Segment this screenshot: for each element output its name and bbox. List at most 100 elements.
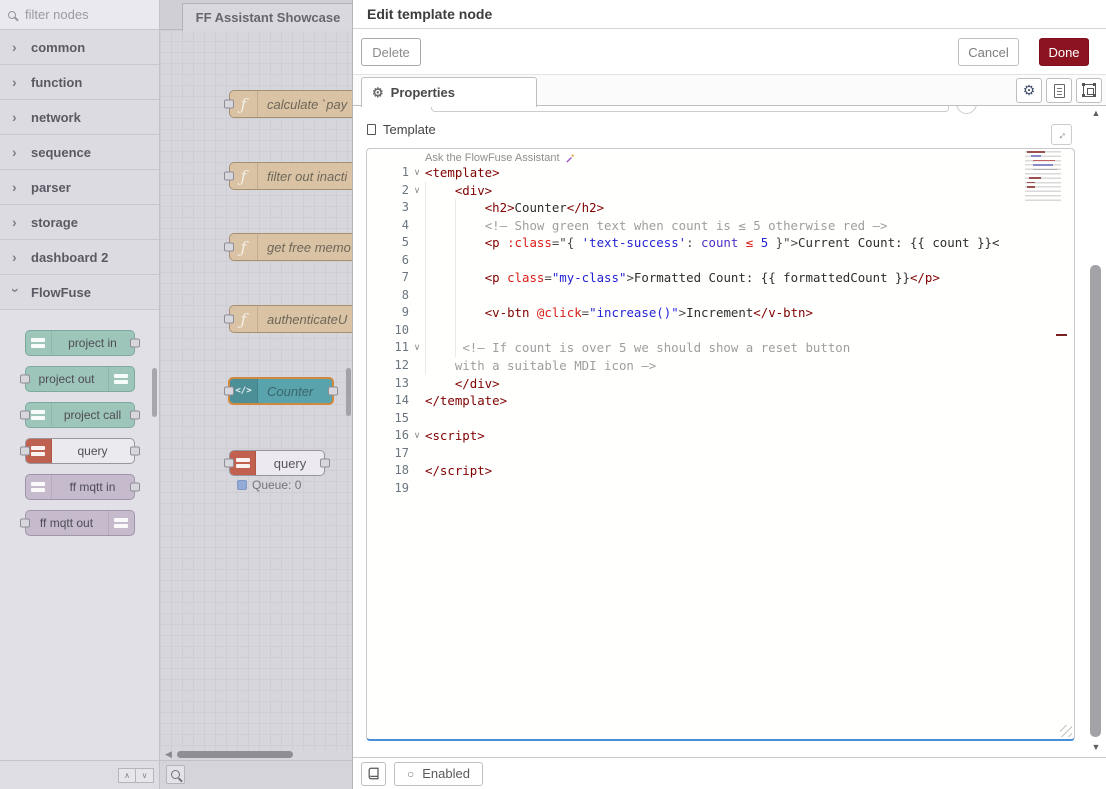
flow-node-calculate-pay[interactable]: ƒcalculate `pay — [229, 90, 352, 118]
palette-node-ff-mqtt-out[interactable]: ff mqtt out — [25, 510, 135, 536]
code-line-7[interactable]: 7 <p class="my-class">Formatted Count: {… — [367, 269, 1014, 287]
palette-search-input[interactable] — [23, 6, 133, 23]
output-port[interactable] — [130, 447, 140, 456]
palette-category-dashboard-2[interactable]: ›dashboard 2 — [0, 240, 159, 275]
dialog-scroll-down-icon[interactable]: ▼ — [1090, 742, 1102, 752]
input-port[interactable] — [224, 172, 234, 181]
collapse-all-button[interactable]: ∧ — [118, 768, 136, 783]
fold-arrow-icon[interactable]: ∨ — [409, 427, 425, 445]
code-text: <p class="my-class">Formatted Count: {{ … — [425, 269, 1014, 287]
flow-node-filter-out-inacti[interactable]: ƒfilter out inacti — [229, 162, 352, 190]
code-line-3[interactable]: 3 <h2>Counter</h2> — [367, 199, 1014, 217]
input-port[interactable] — [224, 315, 234, 324]
input-port[interactable] — [20, 411, 30, 420]
canvas-vscrollbar-thumb[interactable] — [346, 368, 351, 416]
done-button[interactable]: Done — [1039, 38, 1089, 66]
palette-category-network[interactable]: ›network — [0, 100, 159, 135]
line-number: 18 — [367, 462, 409, 480]
fold-arrow-icon[interactable]: ∨ — [409, 339, 425, 357]
code-token: <template> — [425, 165, 500, 180]
input-port[interactable] — [20, 447, 30, 456]
flow-node-query[interactable]: query — [229, 450, 325, 476]
code-line-11[interactable]: 11∨ <!— If count is over 5 we should sho… — [367, 339, 1014, 357]
code-line-12[interactable]: 12 with a suitable MDI icon —> — [367, 357, 1014, 375]
code-token: <h2> — [485, 200, 515, 215]
code-line-9[interactable]: 9 <v-btn @click="increase()">Increment</… — [367, 304, 1014, 322]
expand-editor-button[interactable]: ↔ — [1051, 124, 1072, 145]
code-line-6[interactable]: 6 — [367, 252, 1014, 270]
function-icon: ƒ — [230, 91, 258, 117]
input-port[interactable] — [20, 519, 30, 528]
appearance-tab-button[interactable] — [1076, 78, 1102, 103]
palette-search[interactable] — [0, 0, 159, 30]
assistant-hint[interactable]: Ask the FlowFuse Assistant — [425, 152, 576, 164]
flow-node-label: get free memo — [258, 234, 352, 260]
code-line-19[interactable]: 19 — [367, 480, 1014, 498]
flow-node-authenticateu[interactable]: ƒauthenticateU — [229, 305, 352, 333]
search-flows-button[interactable] — [166, 765, 185, 784]
workspace-tab[interactable]: FF Assistant Showcase — [182, 3, 352, 31]
dialog-scroll-up-icon[interactable]: ▲ — [1090, 108, 1102, 118]
fold-gutter — [409, 322, 425, 340]
flow-node-get-free-memo[interactable]: ƒget free memo — [229, 233, 352, 261]
delete-button[interactable]: Delete — [361, 38, 421, 66]
palette-category-function[interactable]: ›function — [0, 65, 159, 100]
code-line-2[interactable]: 2∨ <div> — [367, 182, 1014, 200]
resize-grip[interactable] — [1060, 725, 1072, 737]
dialog-scrollbar-thumb[interactable] — [1090, 265, 1101, 737]
flow-canvas[interactable]: FF Assistant Showcase ƒcalculate `pay ƒfi… — [160, 0, 352, 789]
input-port[interactable] — [224, 243, 234, 252]
copy-icon — [367, 124, 376, 135]
partial-circle-button[interactable] — [956, 106, 977, 114]
flow-node-label: calculate `pay — [258, 91, 352, 117]
minimap[interactable] — [1019, 151, 1071, 203]
properties-tab-icon-button[interactable]: ⚙ — [1016, 78, 1042, 103]
fold-arrow-icon[interactable]: ∨ — [409, 182, 425, 200]
palette-category-parser[interactable]: ›parser — [0, 170, 159, 205]
palette-scrollbar-thumb[interactable] — [152, 368, 157, 417]
canvas-hscrollbar-thumb[interactable] — [177, 751, 293, 758]
palette-category-sequence[interactable]: ›sequence — [0, 135, 159, 170]
input-port[interactable] — [20, 375, 30, 384]
input-port[interactable] — [224, 387, 234, 396]
input-port[interactable] — [224, 459, 234, 468]
palette-node-project-in[interactable]: project in — [25, 330, 135, 356]
code-editor[interactable]: Ask the FlowFuse Assistant 1∨<template>2… — [366, 148, 1075, 741]
code-line-8[interactable]: 8 — [367, 287, 1014, 305]
palette-node-project-out[interactable]: project out — [25, 366, 135, 392]
code-line-5[interactable]: 5 <p :class="{ 'text-success': count ≤ 5… — [367, 234, 1014, 252]
tab-properties[interactable]: ⚙ Properties — [361, 77, 537, 107]
code-line-15[interactable]: 15 — [367, 410, 1014, 428]
code-line-1[interactable]: 1∨<template> — [367, 164, 1014, 182]
output-port[interactable] — [320, 459, 330, 468]
palette-node-query[interactable]: query — [25, 438, 135, 464]
code-line-10[interactable]: 10 — [367, 322, 1014, 340]
palette-category-storage[interactable]: ›storage — [0, 205, 159, 240]
palette-category-common[interactable]: ›common — [0, 30, 159, 65]
output-port[interactable] — [130, 339, 140, 348]
output-port[interactable] — [328, 387, 338, 396]
code-line-17[interactable]: 17 — [367, 445, 1014, 463]
palette-category-flowfuse[interactable]: ›FlowFuse — [0, 275, 159, 310]
description-tab-button[interactable] — [1046, 78, 1072, 103]
code-line-4[interactable]: 4 <!— Show green text when count is ≤ 5 … — [367, 217, 1014, 235]
code-token: "my-class" — [552, 270, 627, 285]
scroll-left-arrow-icon[interactable]: ◀ — [165, 750, 172, 759]
enabled-toggle-button[interactable]: ○ Enabled — [394, 762, 483, 786]
code-line-16[interactable]: 16∨<script> — [367, 427, 1014, 445]
code-line-13[interactable]: 13 </div> — [367, 375, 1014, 393]
output-port[interactable] — [130, 411, 140, 420]
cancel-button[interactable]: Cancel — [958, 38, 1019, 66]
dialog-button-row: Delete Cancel Done — [353, 29, 1106, 75]
flow-node-counter[interactable]: </>Counter — [228, 377, 334, 405]
palette-node-ff-mqtt-in[interactable]: ff mqtt in — [25, 474, 135, 500]
code-line-18[interactable]: 18</script> — [367, 462, 1014, 480]
output-port[interactable] — [130, 483, 140, 492]
docs-button[interactable] — [361, 762, 386, 786]
palette-node-label: project out — [26, 367, 108, 391]
input-port[interactable] — [224, 100, 234, 109]
expand-all-button[interactable]: ∨ — [136, 768, 154, 783]
code-line-14[interactable]: 14</template> — [367, 392, 1014, 410]
fold-arrow-icon[interactable]: ∨ — [409, 164, 425, 182]
palette-node-project-call[interactable]: project call — [25, 402, 135, 428]
